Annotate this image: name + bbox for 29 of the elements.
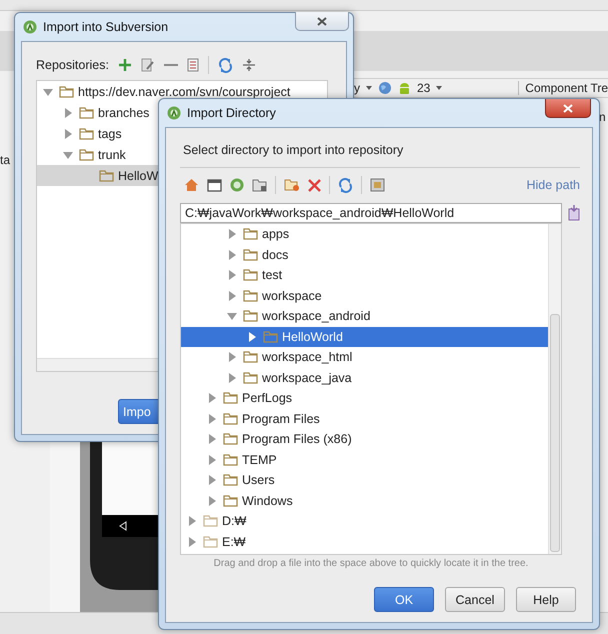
repositories-label: Repositories:: [36, 58, 109, 72]
tree-item-label: HelloW: [118, 168, 158, 182]
tree-item-label: TEMP: [242, 452, 277, 467]
tree-item-label: Program Files (x86): [242, 432, 352, 446]
tree-item-label: D:₩: [222, 514, 246, 528]
tree-item-label: Program Files: [242, 412, 320, 426]
tree-item-label: Windows: [242, 494, 293, 508]
tree-item-label: tags: [98, 126, 122, 140]
hint-text: Drag and drop a file into the space above to quickly locate it in the tree.: [212, 558, 530, 569]
editor-text: ta: [0, 153, 10, 167]
tree-item-label: docs: [262, 248, 288, 262]
tree-item-label: https://dev.naver.com/svn/coursproject: [78, 84, 290, 98]
tree-item-label: workspace_android: [262, 309, 370, 324]
tree-item-label: Users: [242, 473, 275, 488]
window-title: Import Directory: [187, 106, 276, 120]
tree-item-label: apps: [262, 227, 290, 242]
tree-item-label: HelloWorld: [282, 330, 343, 344]
prompt-text: Select directory to import into repository: [182, 142, 404, 157]
window-title: Import into Subversion: [43, 20, 168, 34]
tree-item-label: trunk: [98, 148, 126, 162]
tree-item-label: workspace: [262, 288, 322, 303]
panel-text: n: [599, 110, 606, 124]
panel-title: Component Tre: [518, 81, 608, 95]
tree-item-label: PerfLogs: [242, 391, 292, 406]
tree-item-label: E:₩: [222, 534, 246, 549]
tree-item-label: branches: [98, 106, 150, 120]
tree-item-label: workspace_html: [262, 350, 352, 364]
tree-item-label: test: [262, 268, 282, 282]
tree-item-label: workspace_java: [262, 370, 352, 385]
